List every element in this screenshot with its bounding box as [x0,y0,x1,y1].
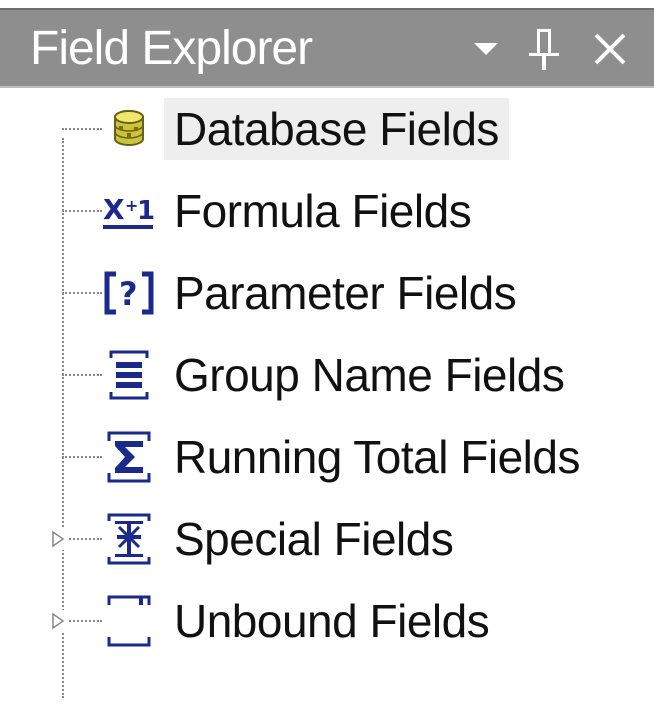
close-icon[interactable] [586,22,634,76]
tree-branch-line [62,292,102,294]
tree-item-running-total-fields[interactable]: Running Total Fields [0,420,654,492]
running-total-icon [100,426,158,488]
svg-text:1: 1 [137,196,155,226]
tree-branch-line [62,456,102,458]
tree-branch-line [62,620,102,622]
panel-title: Field Explorer [30,22,313,75]
chevron-down-icon[interactable] [462,22,510,76]
tree-item-parameter-fields[interactable]: ? Parameter Fields [0,256,654,328]
special-fields-icon [100,508,158,570]
pin-icon[interactable] [520,22,568,76]
database-icon [100,98,158,160]
tree-item-formula-fields[interactable]: X + 1 Formula Fields [0,174,654,246]
tree-item-label: Special Fields [174,513,454,565]
svg-text:X: X [103,193,125,226]
tree-branch-line [62,374,102,376]
field-explorer-panel: Field Explorer Database Fields X + 1 For… [0,0,654,724]
tree-item-label: Running Total Fields [174,431,580,483]
group-name-icon [100,344,158,406]
tree-item-database-fields[interactable]: Database Fields [0,92,654,164]
tree-item-group-name-fields[interactable]: Group Name Fields [0,338,654,410]
tree-item-label: Parameter Fields [174,267,517,319]
parameter-icon: ? [100,262,158,324]
tree-item-unbound-fields[interactable]: Unbound Fields [0,584,654,656]
tree-branch-line [62,128,102,130]
tree-branch-line [62,210,102,212]
tree-item-label: Group Name Fields [174,349,565,401]
tree-item-label: Database Fields [164,98,509,160]
svg-text:?: ? [119,275,138,313]
tree-item-label: Formula Fields [174,185,472,237]
tree-branch-line [62,538,102,540]
tree-item-special-fields[interactable]: Special Fields [0,502,654,574]
field-tree: Database Fields X + 1 Formula Fields ? P… [0,88,654,724]
formula-icon: X + 1 [100,180,158,242]
expand-arrow-icon[interactable] [48,610,68,632]
expand-arrow-icon[interactable] [48,528,68,550]
panel-title-bar[interactable]: Field Explorer [0,8,654,88]
unbound-fields-icon [100,590,158,652]
tree-item-label: Unbound Fields [174,595,490,647]
